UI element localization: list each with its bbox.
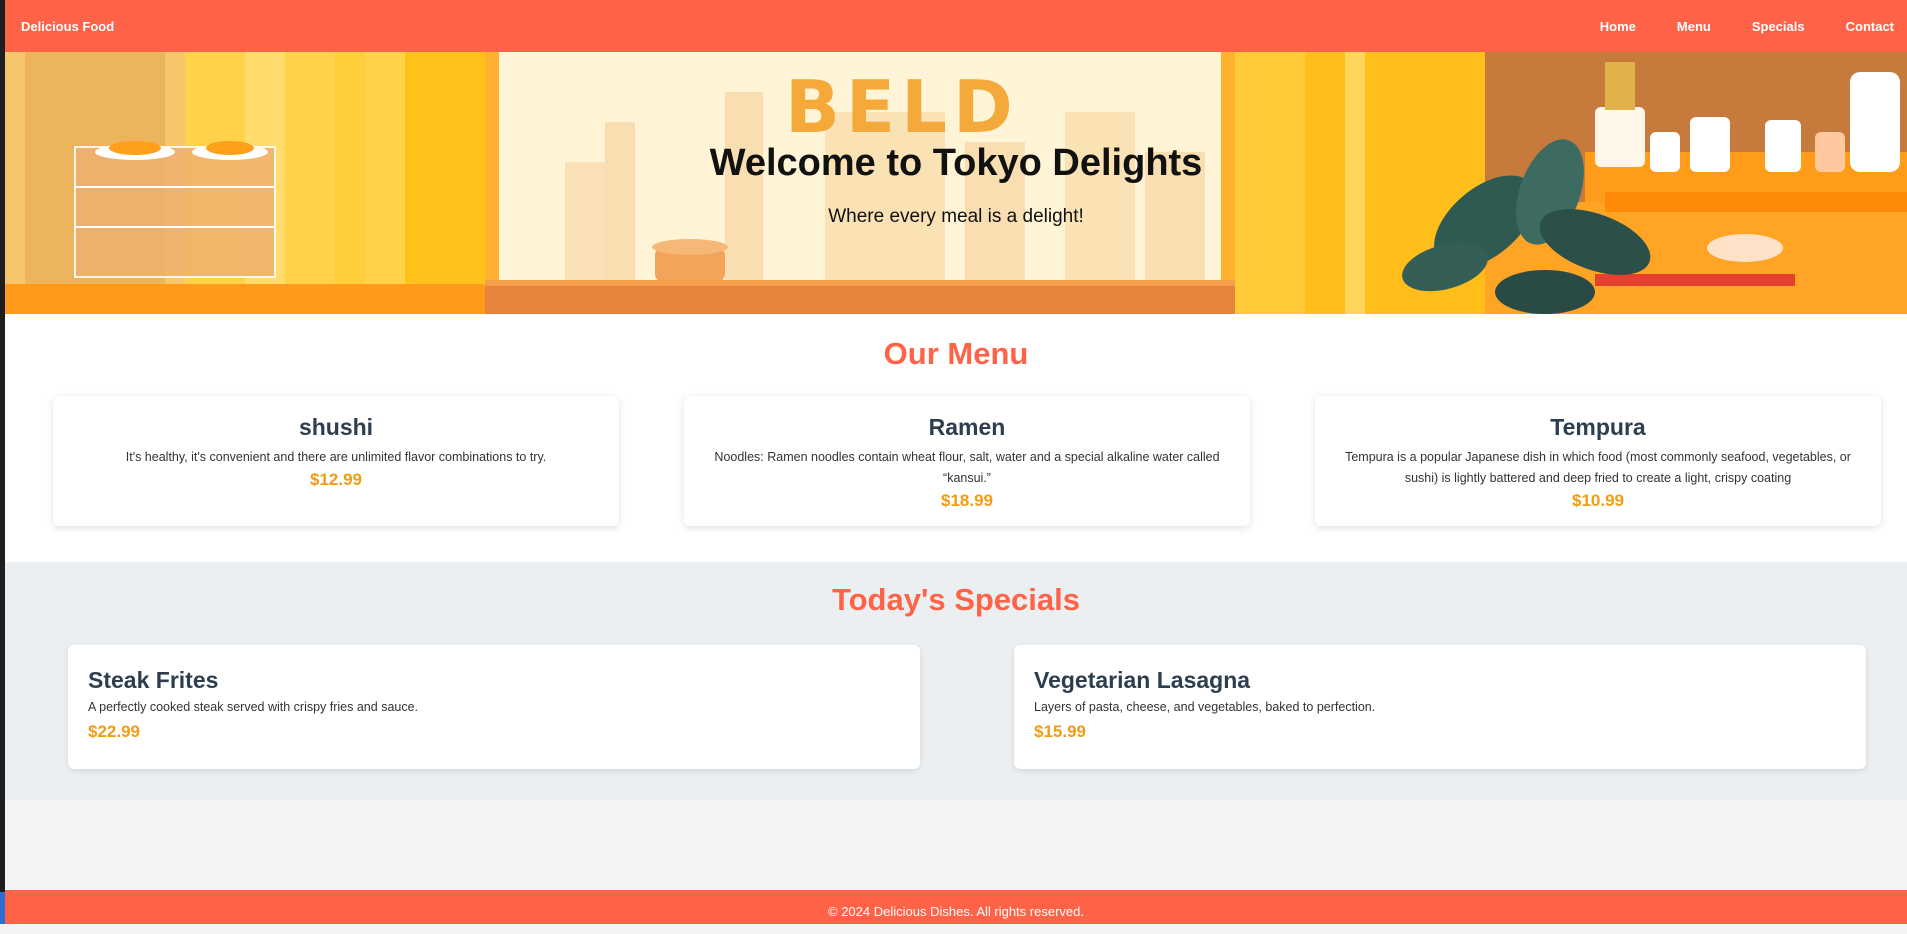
menu-item-name: shushi <box>298 414 374 440</box>
menu-card-ramen[interactable]: Ramen Noodles: Ramen noodles contain whe… <box>684 396 1250 526</box>
special-item-name: Vegetarian Lasagna <box>1034 667 1251 693</box>
hero-subtitle: Where every meal is a delight! <box>828 206 1084 227</box>
special-item-price: $15.99 <box>1034 722 1086 741</box>
nav-link-contact[interactable]: Contact <box>1846 19 1894 34</box>
menu-card-tempura[interactable]: Tempura Tempura is a popular Japanese di… <box>1315 396 1881 526</box>
menu-item-price: $18.99 <box>941 491 993 510</box>
svg-text:BELD: BELD <box>785 65 1019 149</box>
menu-item-name: Tempura <box>1550 414 1646 440</box>
top-navbar: Delicious Food Home Menu Specials Contac… <box>5 0 1907 52</box>
special-card-steak-frites[interactable]: Steak Frites A perfectly cooked steak se… <box>68 645 920 769</box>
hero-title: Welcome to Tokyo Delights <box>709 142 1203 184</box>
special-item-description: A perfectly cooked steak served with cri… <box>88 700 419 714</box>
specials-section: Today's Specials Steak Frites A perfectl… <box>5 562 1907 800</box>
nav-link-menu[interactable]: Menu <box>1677 19 1711 34</box>
menu-item-price: $12.99 <box>310 470 362 489</box>
menu-item-description: Tempura is a popular Japanese dish in wh… <box>1345 450 1851 485</box>
nav-link-home[interactable]: Home <box>1600 19 1636 34</box>
menu-section: Our Menu shushi It's healthy, it's conve… <box>5 314 1907 562</box>
brand-logo-text[interactable]: Delicious Food <box>21 19 114 34</box>
menu-item-description: It's healthy, it's convenient and there … <box>125 450 547 464</box>
special-item-description: Layers of pasta, cheese, and vegetables,… <box>1034 700 1376 714</box>
menu-item-price: $10.99 <box>1572 491 1624 510</box>
nav-links: Home Menu Specials Contact <box>1559 0 1907 52</box>
special-card-vegetarian-lasagna[interactable]: Vegetarian Lasagna Layers of pasta, chee… <box>1014 645 1866 769</box>
special-item-name: Steak Frites <box>88 667 219 693</box>
footer-copyright: © 2024 Delicious Dishes. All rights rese… <box>828 904 1084 919</box>
nav-link-specials[interactable]: Specials <box>1752 19 1805 34</box>
menu-section-title: Our Menu <box>883 336 1029 371</box>
hero-banner: BELD Welcome to Tokyo Delights Where eve… <box>5 52 1907 314</box>
menu-item-description: Noodles: Ramen noodles contain wheat flo… <box>714 450 1220 485</box>
special-item-price: $22.99 <box>88 722 140 741</box>
window-left-edge <box>0 0 5 924</box>
menu-item-name: Ramen <box>928 414 1006 440</box>
taskbar-accent <box>0 892 5 924</box>
menu-card-sushi[interactable]: shushi It's healthy, it's convenient and… <box>53 396 619 526</box>
specials-section-title: Today's Specials <box>831 582 1080 617</box>
page-footer: © 2024 Delicious Dishes. All rights rese… <box>5 890 1907 924</box>
